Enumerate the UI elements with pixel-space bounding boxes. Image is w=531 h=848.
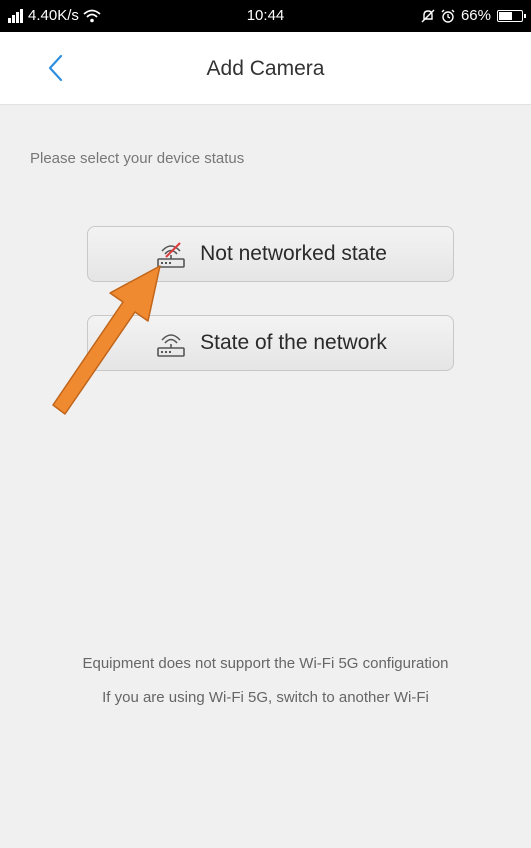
annotation-arrow [52,265,161,415]
mute-icon [421,9,435,22]
not-networked-button[interactable]: Not networked state [87,226,454,282]
router-icon [157,334,185,357]
status-right: 66% [421,7,526,24]
networked-label: State of the network [200,331,387,354]
battery-percent: 66% [460,7,491,24]
device-status-prompt: Please select your device status [30,150,245,167]
battery-icon [497,9,526,22]
networked-button[interactable]: State of the network [87,315,454,371]
wifi-5g-notice: Equipment does not support the Wi-Fi 5G … [82,655,449,672]
app-header: Add Camera [0,32,531,105]
chevron-left-icon [48,54,63,82]
wifi-5g-hint: If you are using Wi-Fi 5G, switch to ano… [102,689,429,706]
back-button[interactable] [40,52,72,84]
battery-fill [499,11,512,20]
not-networked-label: Not networked state [200,242,387,265]
alarm-icon [441,9,455,23]
status-bar: 4.40K/s 10:44 66% [0,0,531,32]
router-disconnected-icon [157,242,185,268]
page-title: Add Camera [206,57,325,80]
